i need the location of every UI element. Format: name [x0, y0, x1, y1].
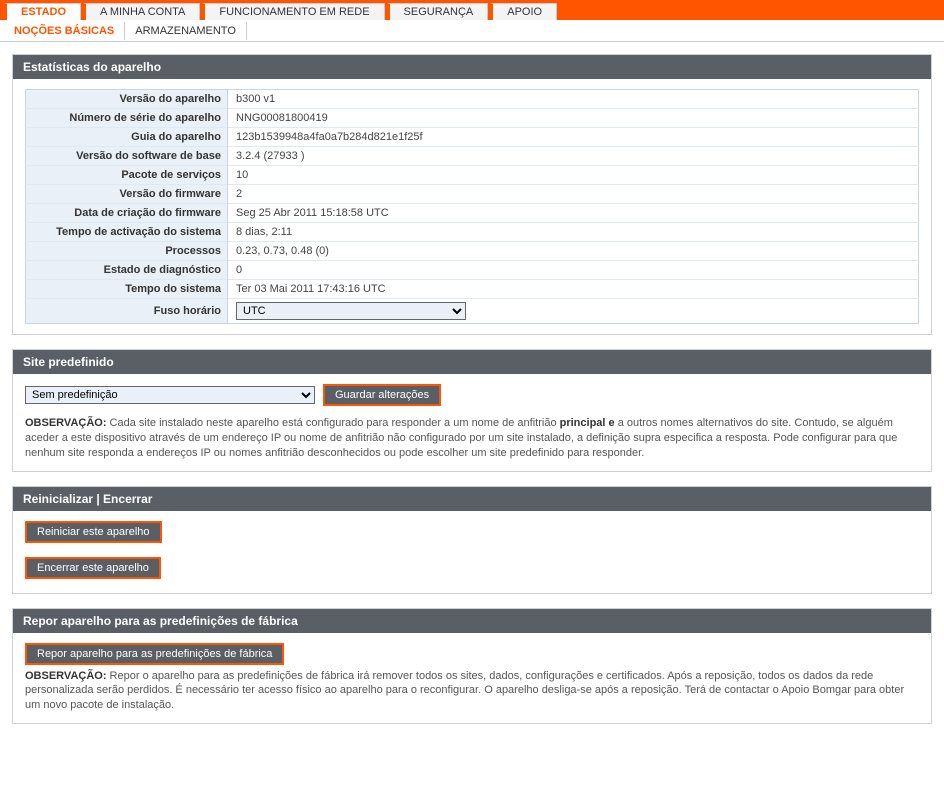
stats-row: Guia do aparelho123b1539948a4fa0a7b284d8… — [26, 128, 919, 147]
stats-label: Versão do firmware — [26, 185, 228, 204]
stats-label: Processos — [26, 242, 228, 261]
stats-value: 3.2.4 (27933 ) — [228, 147, 919, 166]
content-area: Estatísticas do aparelho Versão do apare… — [0, 42, 944, 750]
main-tab-apoio[interactable]: APOIO — [490, 3, 557, 20]
factory-reset-panel: Repor aparelho para as predefinições de … — [12, 608, 932, 725]
timezone-select[interactable]: UTC — [236, 302, 466, 320]
restart-header: Reinicializar | Encerrar — [13, 487, 931, 511]
stats-table: Versão do aparelhob300 v1Número de série… — [25, 89, 919, 324]
stats-value: UTC — [228, 299, 919, 324]
shutdown-appliance-button[interactable]: Encerrar este aparelho — [25, 557, 161, 579]
stats-row-timezone: Fuso horário UTC — [26, 299, 919, 324]
factory-reset-header: Repor aparelho para as predefinições de … — [13, 609, 931, 633]
stats-row: Processos0.23, 0.73, 0.48 (0) — [26, 242, 919, 261]
stats-row: Data de criação do firmwareSeg 25 Abr 20… — [26, 204, 919, 223]
default-site-body: Sem predefinição Guardar alterações OBSE… — [13, 374, 931, 471]
stats-value: 8 dias, 2:11 — [228, 223, 919, 242]
stats-label: Guia do aparelho — [26, 128, 228, 147]
stats-row: Pacote de serviços10 — [26, 166, 919, 185]
main-tab-segurança[interactable]: SEGURANÇA — [387, 3, 489, 20]
stats-label: Pacote de serviços — [26, 166, 228, 185]
stats-panel-header: Estatísticas do aparelho — [13, 55, 931, 79]
stats-value: NNG00081800419 — [228, 109, 919, 128]
note-prefix: OBSERVAÇÃO: — [25, 417, 107, 429]
restart-panel: Reinicializar | Encerrar Reiniciar este … — [12, 486, 932, 594]
stats-label: Versão do aparelho — [26, 90, 228, 109]
stats-row: Estado de diagnóstico0 — [26, 261, 919, 280]
sub-tab-bar: NOÇÕES BÁSICASARMAZENAMENTO — [0, 20, 944, 42]
note-text-a: Cada site instalado neste aparelho está … — [107, 417, 560, 429]
restart-body: Reiniciar este aparelho Encerrar este ap… — [13, 511, 931, 593]
sub-tab-noções-básicas[interactable]: NOÇÕES BÁSICAS — [4, 22, 125, 40]
stats-value: 2 — [228, 185, 919, 204]
save-changes-button[interactable]: Guardar alterações — [323, 384, 441, 406]
stats-label: Estado de diagnóstico — [26, 261, 228, 280]
factory-reset-button[interactable]: Repor aparelho para as predefinições de … — [25, 643, 284, 665]
main-tab-funcionamento-em-rede[interactable]: FUNCIONAMENTO EM REDE — [202, 3, 384, 20]
stats-value: 0 — [228, 261, 919, 280]
stats-label: Número de série do aparelho — [26, 109, 228, 128]
stats-row: Versão do firmware2 — [26, 185, 919, 204]
note-bold: principal e — [560, 417, 615, 429]
stats-value: 10 — [228, 166, 919, 185]
default-site-note: OBSERVAÇÃO: Cada site instalado neste ap… — [25, 416, 919, 461]
stats-panel-body: Versão do aparelhob300 v1Número de série… — [13, 79, 931, 334]
stats-value: Ter 03 Mai 2011 17:43:16 UTC — [228, 280, 919, 299]
stats-label: Tempo de activação do sistema — [26, 223, 228, 242]
main-tab-estado[interactable]: ESTADO — [4, 3, 81, 20]
stats-value: 0.23, 0.73, 0.48 (0) — [228, 242, 919, 261]
stats-value: 123b1539948a4fa0a7b284d821e1f25f — [228, 128, 919, 147]
factory-reset-body: Repor aparelho para as predefinições de … — [13, 633, 931, 724]
stats-label: Data de criação do firmware — [26, 204, 228, 223]
reset-note-text: Repor o aparelho para as predefinições d… — [25, 670, 904, 712]
stats-row: Tempo de activação do sistema8 dias, 2:1… — [26, 223, 919, 242]
stats-value: Seg 25 Abr 2011 15:18:58 UTC — [228, 204, 919, 223]
stats-panel: Estatísticas do aparelho Versão do apare… — [12, 54, 932, 335]
stats-label: Fuso horário — [26, 299, 228, 324]
sub-tab-armazenamento[interactable]: ARMAZENAMENTO — [125, 22, 247, 40]
stats-label: Versão do software de base — [26, 147, 228, 166]
main-tab-bar: ESTADOA MINHA CONTAFUNCIONAMENTO EM REDE… — [0, 0, 944, 20]
stats-row: Versão do aparelhob300 v1 — [26, 90, 919, 109]
stats-row: Número de série do aparelhoNNG0008180041… — [26, 109, 919, 128]
factory-reset-note: OBSERVAÇÃO: Repor o aparelho para as pre… — [25, 669, 919, 714]
stats-value: b300 v1 — [228, 90, 919, 109]
stats-label: Tempo do sistema — [26, 280, 228, 299]
stats-row: Versão do software de base3.2.4 (27933 ) — [26, 147, 919, 166]
default-site-panel: Site predefinido Sem predefinição Guarda… — [12, 349, 932, 472]
restart-appliance-button[interactable]: Reiniciar este aparelho — [25, 521, 162, 543]
default-site-header: Site predefinido — [13, 350, 931, 374]
main-tab-a-minha-conta[interactable]: A MINHA CONTA — [83, 3, 200, 20]
default-site-select[interactable]: Sem predefinição — [25, 386, 315, 404]
reset-note-prefix: OBSERVAÇÃO: — [25, 670, 107, 682]
stats-row: Tempo do sistemaTer 03 Mai 2011 17:43:16… — [26, 280, 919, 299]
